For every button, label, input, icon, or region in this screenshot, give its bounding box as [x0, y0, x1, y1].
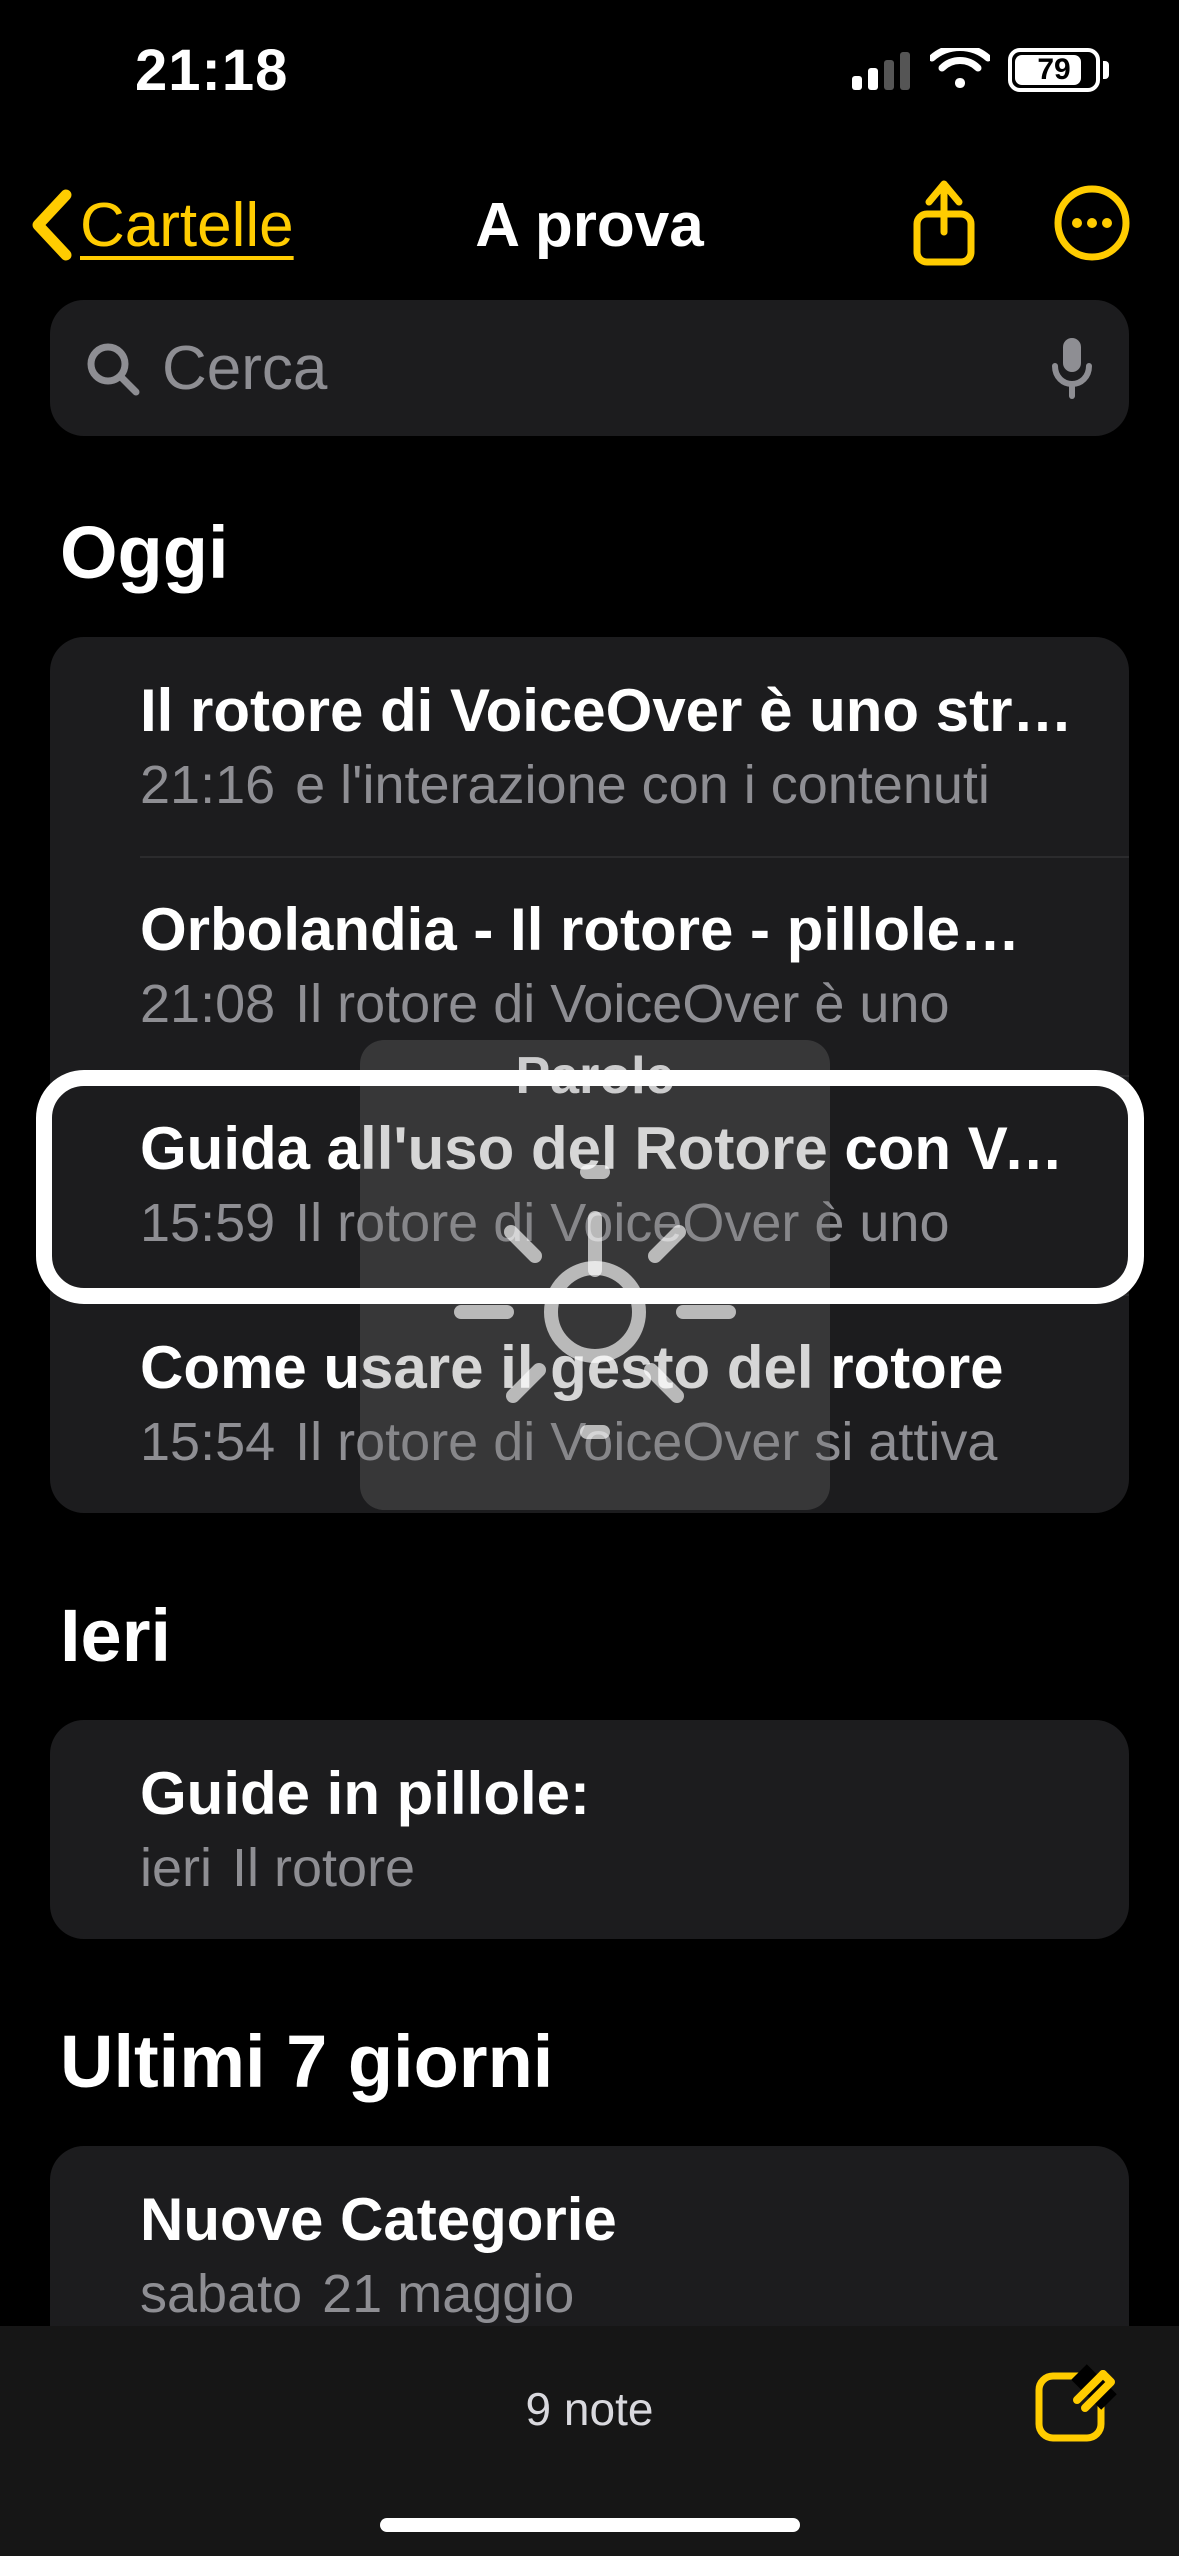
rotor-label: Parole	[516, 1046, 675, 1106]
voiceover-rotor-overlay: Parole	[360, 1040, 830, 1510]
note-time: 21:16	[140, 755, 275, 815]
note-time: 21:08	[140, 974, 275, 1034]
note-preview: Il rotore	[232, 1838, 415, 1898]
note-preview: 21 maggio	[322, 2264, 574, 2324]
more-button[interactable]	[1053, 184, 1131, 267]
compose-icon	[1031, 2360, 1117, 2446]
note-subtitle: sabato 21 maggio	[140, 2263, 1085, 2325]
back-label: Cartelle	[80, 190, 294, 261]
note-subtitle: ieri Il rotore	[140, 1837, 1085, 1899]
section-header-yesterday: Ieri	[60, 1593, 1129, 1678]
note-preview: e l'interazione con i contenuti	[295, 755, 990, 815]
status-bar: 21:18 79	[0, 0, 1179, 140]
note-time: ieri	[140, 1838, 212, 1898]
status-indicators: 79	[852, 48, 1109, 92]
note-subtitle: 21:16 e l'interazione con i contenuti	[140, 754, 1085, 816]
note-row[interactable]: Guide in pillole: ieri Il rotore	[50, 1720, 1129, 1939]
share-icon	[909, 178, 979, 268]
ellipsis-circle-icon	[1053, 184, 1131, 262]
search-input[interactable]	[162, 333, 1027, 404]
share-button[interactable]	[909, 178, 979, 273]
note-time: sabato	[140, 2264, 302, 2324]
search-icon	[84, 340, 140, 396]
section-last7: Nuove Categorie sabato 21 maggio	[50, 2146, 1129, 2326]
note-row[interactable]: Il rotore di VoiceOver è uno strumento 2…	[50, 637, 1129, 856]
section-yesterday: Guide in pillole: ieri Il rotore	[50, 1720, 1129, 1939]
notes-count: 9 note	[526, 2382, 654, 2436]
nav-bar: Cartelle A prova	[0, 160, 1179, 290]
battery-indicator: 79	[1008, 48, 1109, 92]
note-title: Il rotore di VoiceOver è uno strumento	[140, 673, 1085, 748]
search-field[interactable]	[50, 300, 1129, 436]
home-indicator[interactable]	[380, 2518, 800, 2532]
cellular-icon	[852, 50, 912, 90]
bottom-toolbar: 9 note	[0, 2326, 1179, 2556]
note-time: 15:59	[140, 1193, 275, 1253]
back-button[interactable]: Cartelle	[28, 189, 294, 261]
wifi-icon	[930, 48, 990, 92]
section-header-last7: Ultimi 7 giorni	[60, 2019, 1129, 2104]
note-preview: Il rotore di VoiceOver è uno	[295, 974, 949, 1034]
status-time: 21:18	[135, 37, 288, 104]
note-time: 15:54	[140, 1412, 275, 1472]
microphone-icon[interactable]	[1049, 336, 1095, 400]
rotor-dial-icon	[415, 1112, 775, 1472]
battery-percent: 79	[1037, 53, 1070, 87]
note-subtitle: 21:08 Il rotore di VoiceOver è uno	[140, 973, 1085, 1035]
chevron-left-icon	[28, 189, 74, 261]
note-title: Nuove Categorie	[140, 2182, 1085, 2257]
compose-button[interactable]	[1031, 2360, 1117, 2451]
note-row[interactable]: Nuove Categorie sabato 21 maggio	[50, 2146, 1129, 2326]
note-title: Guide in pillole:	[140, 1756, 1085, 1831]
section-header-today: Oggi	[60, 510, 1129, 595]
note-title: Orbolandia - Il rotore - pillole…	[140, 892, 1085, 967]
